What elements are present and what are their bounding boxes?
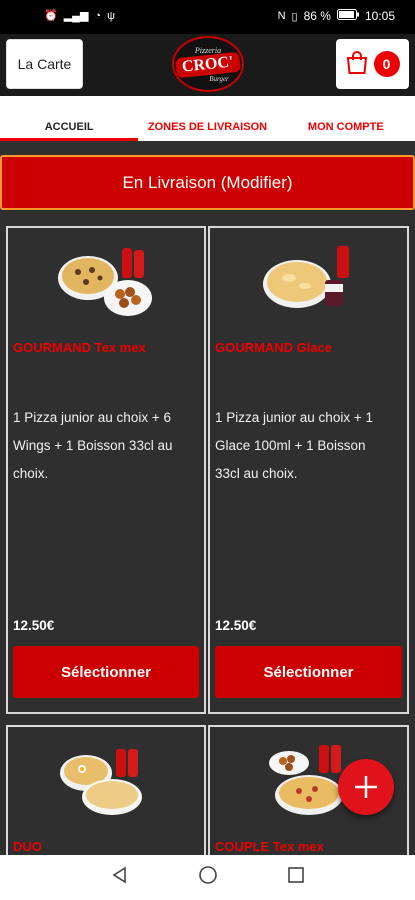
select-button[interactable]: Sélectionner — [13, 646, 199, 698]
wifi-icon: ◔ — [94, 9, 102, 22]
cart-button[interactable]: 0 — [336, 39, 409, 89]
product-title: GOURMAND Tex mex — [13, 340, 146, 355]
nfc-icon: N — [277, 10, 286, 22]
vibrate-icon: ▯ — [291, 10, 298, 23]
cart-count-badge: 0 — [373, 51, 400, 77]
system-nav-bar — [0, 855, 415, 900]
plus-icon — [355, 776, 377, 798]
app-header: La Carte Pizzeria CROC' Burger 0 — [0, 34, 415, 96]
product-image-pizza-wings-cola — [58, 248, 152, 316]
tab-mon-compte[interactable]: MON COMPTE — [277, 96, 415, 141]
delivery-mode-button[interactable]: En Livraison (Modifier) — [0, 155, 415, 210]
home-icon[interactable] — [198, 865, 218, 890]
recents-icon[interactable] — [286, 865, 306, 890]
product-price: 12.50€ — [13, 618, 55, 633]
product-description: 1 Pizza junior au choix + 6 Wings + 1 Bo… — [13, 410, 173, 481]
product-image-pizza-icecream-cola — [262, 246, 349, 308]
croc-logo[interactable]: Pizzeria CROC' Burger — [172, 36, 244, 92]
alarm-icon: ⏰ — [44, 10, 58, 22]
product-card[interactable]: GOURMAND Glace 1 Pizza junior au choix +… — [208, 226, 409, 714]
product-title: GOURMAND Glace — [215, 340, 333, 355]
status-bar: ⏰ ▂▄▆ ◔ ψ N ▯ 86 % 10:05 — [0, 0, 415, 34]
product-image-two-pizzas-cola — [60, 749, 142, 815]
add-floating-button[interactable] — [338, 759, 394, 815]
logo-bottom-text: Burger — [209, 74, 229, 83]
product-price: 12.50€ — [215, 618, 257, 633]
usb-icon: ψ — [107, 9, 115, 22]
clock: 10:05 — [364, 9, 395, 23]
product-card[interactable]: GOURMAND Tex mex 1 Pizza junior au choix… — [6, 226, 206, 714]
tab-accueil[interactable]: ACCUEIL — [0, 96, 139, 141]
product-description: 1 Pizza junior au choix + 1 Glace 100ml … — [215, 410, 373, 481]
select-button[interactable]: Sélectionner — [215, 646, 402, 698]
cart-icon — [346, 50, 368, 79]
tab-zones-de-livraison[interactable]: ZONES DE LIVRAISON — [138, 96, 276, 141]
battery-icon — [336, 9, 359, 23]
tab-bar: ACCUEIL ZONES DE LIVRAISON MON COMPTE — [0, 96, 415, 141]
logo-main-text: CROC' — [175, 51, 241, 78]
product-title: DUO — [13, 839, 42, 854]
back-icon[interactable] — [110, 865, 130, 890]
la-carte-button[interactable]: La Carte — [6, 39, 83, 89]
signal-icon: ▂▄▆ — [63, 10, 89, 22]
product-title: COUPLE Tex mex — [215, 839, 324, 854]
battery-percent: 86 % — [303, 9, 331, 23]
